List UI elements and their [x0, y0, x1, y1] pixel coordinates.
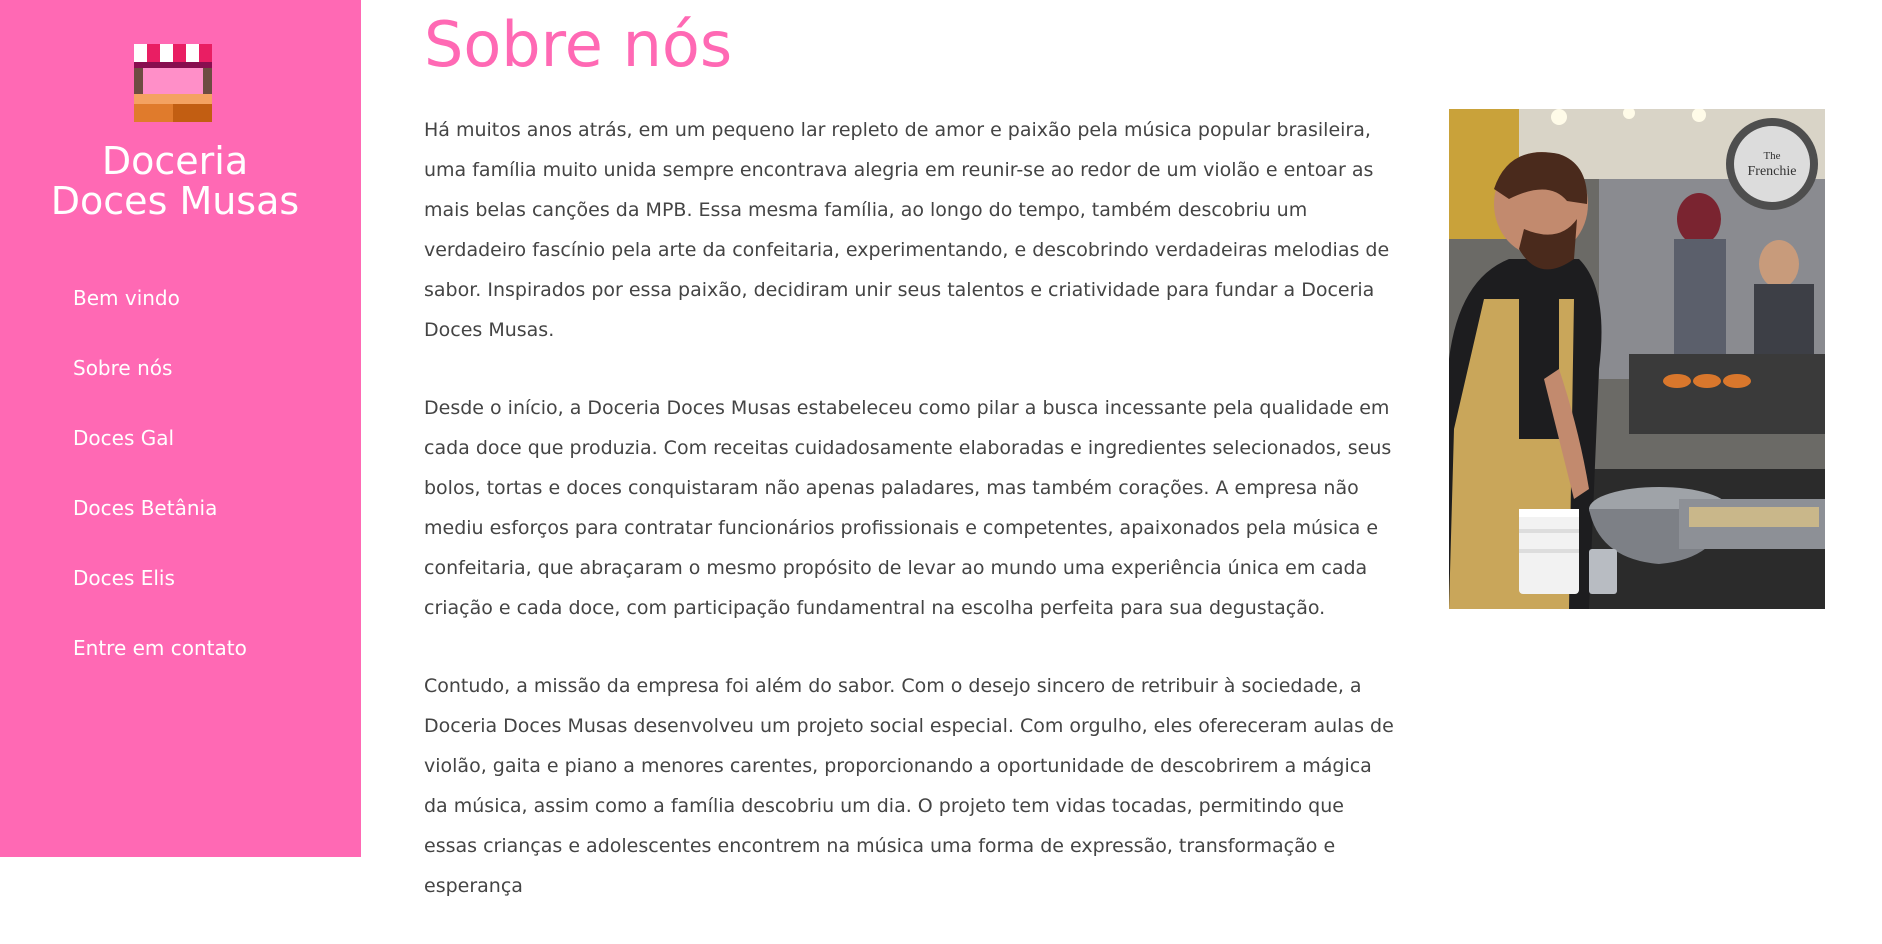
brand-line-2: Doces Musas: [50, 179, 300, 223]
brand-line-1: Doceria: [101, 139, 249, 183]
about-text: Há muitos anos atrás, em um pequeno lar …: [424, 110, 1400, 944]
nav-item-doces-elis: Doces Elis: [73, 560, 247, 630]
nav-item-contato: Entre em contato: [73, 630, 247, 700]
sign-text-frenchie: Frenchie: [1748, 164, 1797, 179]
about-paragraph-1: Há muitos anos atrás, em um pequeno lar …: [424, 119, 1390, 341]
nav-link-doces-elis[interactable]: Doces Elis: [73, 566, 175, 590]
nav-link-bem-vindo[interactable]: Bem vindo: [73, 286, 180, 310]
brand-name[interactable]: Doceria Doces Musas: [0, 141, 350, 221]
about-paragraph-2: Desde o início, a Doceria Doces Musas es…: [424, 397, 1392, 619]
nav-item-sobre-nos: Sobre nós: [73, 350, 247, 420]
nav-item-bem-vindo: Bem vindo: [73, 280, 247, 350]
nav-item-doces-betania: Doces Betânia: [73, 490, 247, 560]
sidebar: Doceria Doces Musas Bem vindo Sobre nós …: [0, 0, 361, 857]
main-content: Sobre nós Há muitos anos atrás, em um pe…: [424, 0, 1864, 897]
market-stall-icon[interactable]: [134, 44, 212, 122]
nav-link-doces-gal[interactable]: Doces Gal: [73, 426, 174, 450]
main-nav: Bem vindo Sobre nós Doces Gal Doces Betâ…: [73, 280, 247, 700]
about-paragraph-3: Contudo, a missão da empresa foi além do…: [424, 675, 1394, 897]
nav-link-sobre-nos[interactable]: Sobre nós: [73, 356, 172, 380]
baker-photo: The Frenchie: [1449, 109, 1825, 609]
nav-link-contato[interactable]: Entre em contato: [73, 636, 247, 660]
nav-item-doces-gal: Doces Gal: [73, 420, 247, 490]
page-title: Sobre nós: [424, 8, 733, 81]
baker-photo-illustration: The Frenchie: [1449, 109, 1825, 609]
nav-link-doces-betania[interactable]: Doces Betânia: [73, 496, 217, 520]
sign-text-the: The: [1763, 150, 1780, 162]
